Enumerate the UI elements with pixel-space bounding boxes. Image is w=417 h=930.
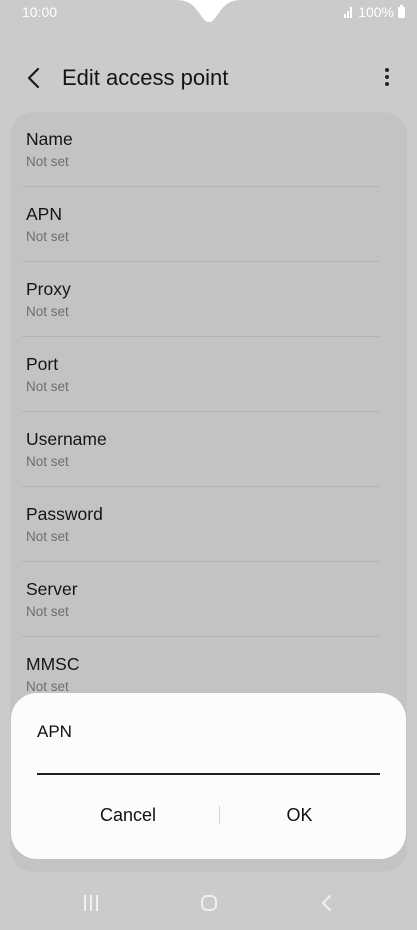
setting-value: Not set xyxy=(26,304,69,319)
back-icon[interactable] xyxy=(318,894,336,912)
setting-name[interactable]: Name Not set xyxy=(26,112,395,187)
status-time: 10:00 xyxy=(22,4,58,20)
setting-label: MMSC xyxy=(26,654,80,674)
setting-label: Proxy xyxy=(26,279,71,299)
setting-value: Not set xyxy=(26,529,69,544)
battery-icon xyxy=(398,4,405,18)
setting-value: Not set xyxy=(26,379,69,394)
recents-icon[interactable] xyxy=(84,895,98,911)
setting-proxy[interactable]: Proxy Not set xyxy=(26,262,395,337)
setting-label: Name xyxy=(26,129,73,149)
battery-percent: 100% xyxy=(358,4,394,20)
setting-value: Not set xyxy=(26,229,69,244)
more-options-icon[interactable] xyxy=(379,66,395,90)
setting-label: Password xyxy=(26,504,103,524)
ok-button[interactable]: OK xyxy=(219,797,380,833)
apn-edit-dialog: APN Cancel OK xyxy=(11,693,406,859)
app-bar: Edit access point xyxy=(0,52,417,104)
setting-value: Not set xyxy=(26,454,69,469)
back-arrow-icon[interactable] xyxy=(20,64,48,92)
setting-label: Server xyxy=(26,579,78,599)
status-bar: 10:00 100% xyxy=(0,0,417,24)
dialog-title: APN xyxy=(37,722,72,741)
setting-server[interactable]: Server Not set xyxy=(26,562,395,637)
cancel-button[interactable]: Cancel xyxy=(37,797,219,833)
page-title: Edit access point xyxy=(62,65,229,90)
signal-icon xyxy=(344,6,353,18)
setting-label: Port xyxy=(26,354,59,374)
status-right: 100% xyxy=(344,4,405,20)
setting-value: Not set xyxy=(26,154,69,169)
home-icon[interactable] xyxy=(201,895,217,911)
setting-apn[interactable]: APN Not set xyxy=(26,187,395,262)
setting-label: APN xyxy=(26,204,62,224)
setting-password[interactable]: Password Not set xyxy=(26,487,395,562)
setting-value: Not set xyxy=(26,604,69,619)
setting-value: Not set xyxy=(26,679,69,694)
setting-label: Username xyxy=(26,429,107,449)
setting-port[interactable]: Port Not set xyxy=(26,337,395,412)
apn-input[interactable] xyxy=(37,745,380,775)
navigation-bar xyxy=(0,878,417,930)
setting-username[interactable]: Username Not set xyxy=(26,412,395,487)
